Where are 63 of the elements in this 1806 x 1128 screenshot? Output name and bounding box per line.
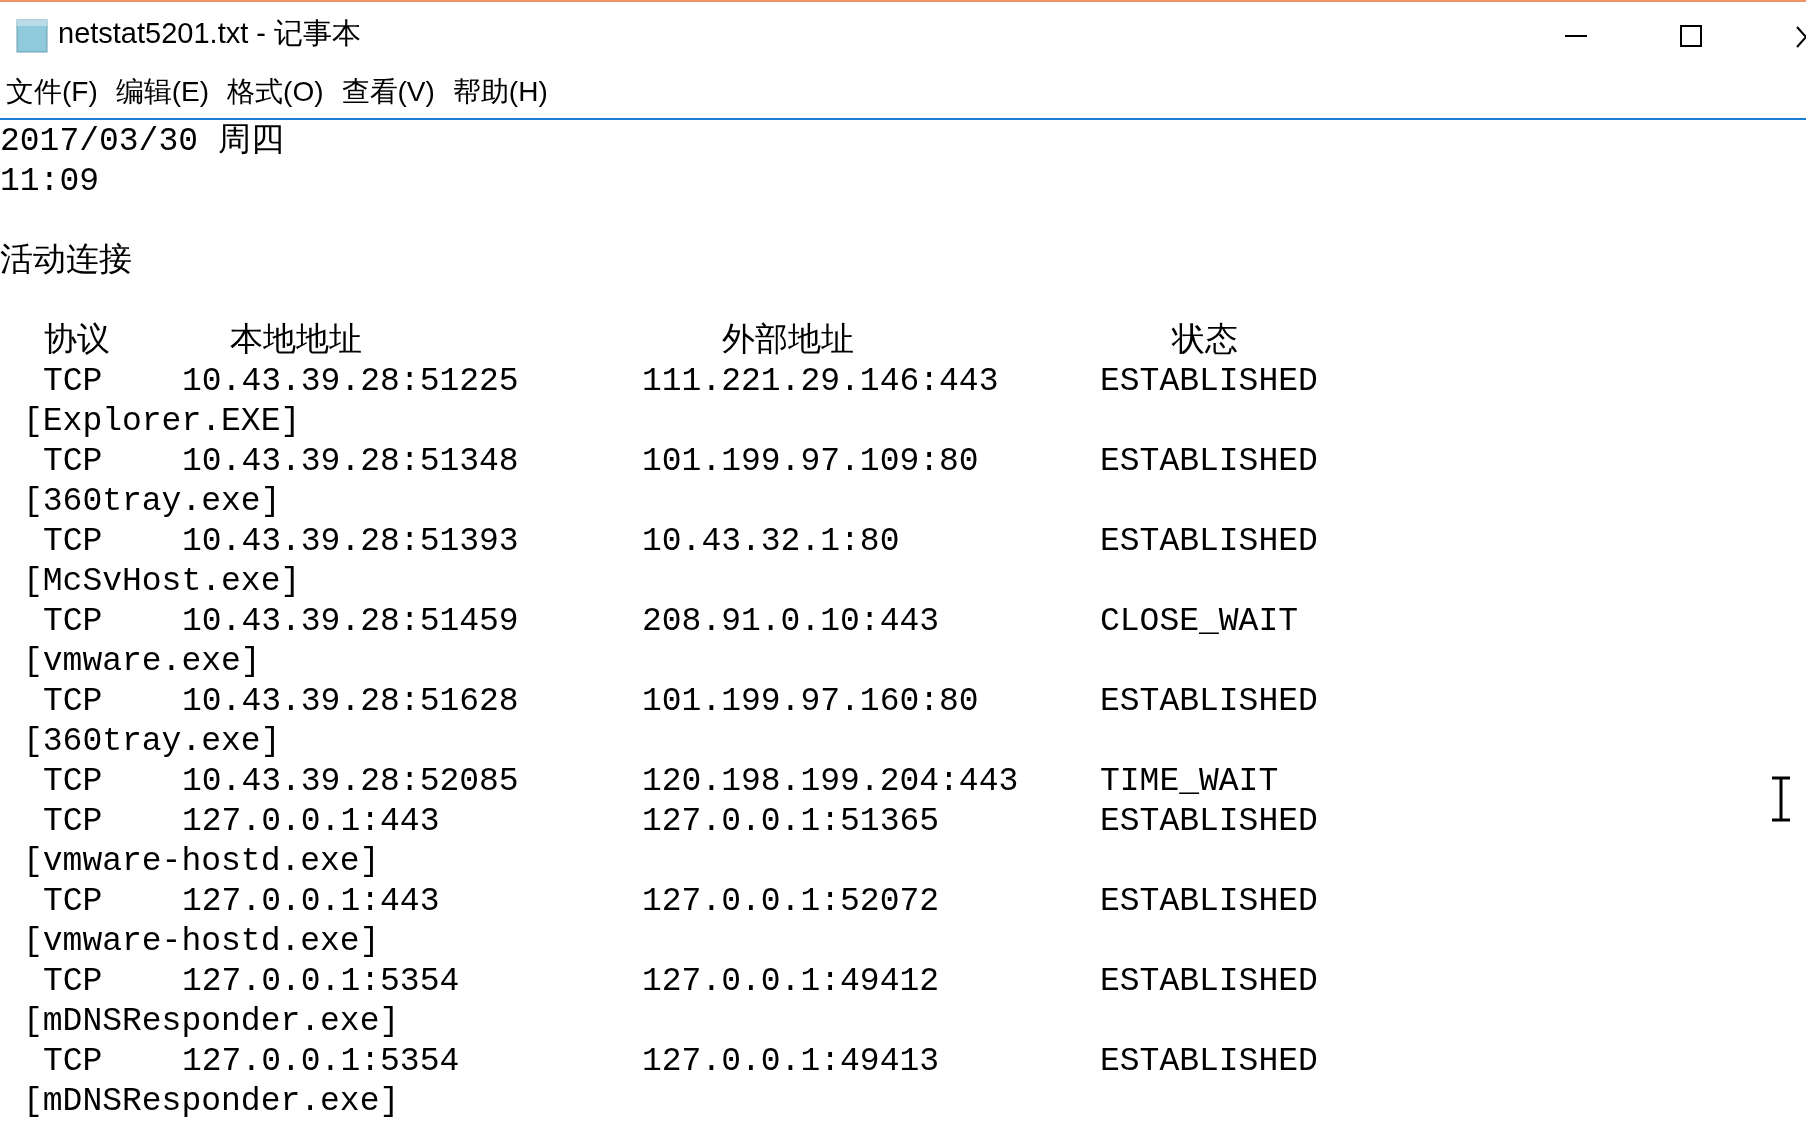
protocol-text: TCP <box>43 883 103 920</box>
local-address: 127.0.0.1:5354 <box>182 963 460 1000</box>
foreign-address: 120.198.199.204:443 <box>642 763 1019 800</box>
process-name: [vmware.exe] <box>23 642 261 682</box>
menu-item[interactable]: 格式(O) <box>225 73 326 111</box>
state-text: ESTABLISHED <box>1100 522 1318 562</box>
section-heading: 活动连接 <box>0 242 132 282</box>
foreign-address: 208.91.0.10:443 <box>642 603 940 640</box>
state-text: ESTABLISHED <box>1100 362 1318 402</box>
foreign-address: 127.0.0.1:49413 <box>642 1043 940 1080</box>
protocol-text: TCP <box>43 363 103 400</box>
state-text: ESTABLISHED <box>1100 882 1318 922</box>
menu-item[interactable]: 文件(F) <box>4 73 100 111</box>
state-text: ESTABLISHED <box>1100 682 1318 722</box>
local-address: 10.43.39.28:51628 <box>182 683 519 720</box>
window-title: netstat5201.txt - 记事本 <box>58 16 361 51</box>
foreign-address: 101.199.97.160:80 <box>642 683 979 720</box>
process-name: [McSvHost.exe] <box>23 562 301 602</box>
local-address: 10.43.39.28:51393 <box>182 523 519 560</box>
foreign-address: 10.43.32.1:80 <box>642 523 900 560</box>
protocol-text: TCP <box>43 683 103 720</box>
foreign-address: 111.221.29.146:443 <box>642 363 999 400</box>
process-name: [vmware-hostd.exe] <box>23 842 380 882</box>
time-text: 11:09 <box>0 162 100 202</box>
process-name: [360tray.exe] <box>23 482 281 522</box>
state-text: ESTABLISHED <box>1100 442 1318 482</box>
protocol-text: TCP <box>43 1043 103 1080</box>
protocol-text: TCP <box>43 443 103 480</box>
close-icon[interactable] <box>1796 26 1806 48</box>
process-name: [mDNSResponder.exe] <box>23 1082 400 1122</box>
local-address: 10.43.39.28:52085 <box>182 763 519 800</box>
protocol-text: TCP <box>43 803 103 840</box>
foreign-address: 127.0.0.1:52072 <box>642 883 940 920</box>
process-name: [Explorer.EXE] <box>23 402 301 442</box>
column-header: 状态 <box>1172 322 1238 362</box>
local-address: 127.0.0.1:443 <box>182 803 440 840</box>
state-text: CLOSE_WAIT <box>1100 602 1299 642</box>
foreign-address: 127.0.0.1:51365 <box>642 803 940 840</box>
process-name: [360tray.exe] <box>23 722 281 762</box>
local-address: 10.43.39.28:51348 <box>182 443 519 480</box>
menu-item[interactable]: 编辑(E) <box>113 73 212 111</box>
process-name: [vmware-hostd.exe] <box>23 922 380 962</box>
column-header: 外部地址 <box>722 322 854 362</box>
date-text: 2017/03/30 周四 <box>0 122 284 162</box>
process-name: [mDNSResponder.exe] <box>23 1002 400 1042</box>
foreign-address: 101.199.97.109:80 <box>642 443 979 480</box>
protocol-text: TCP <box>43 763 103 800</box>
state-text: ESTABLISHED <box>1100 962 1318 1002</box>
local-address: 127.0.0.1:443 <box>182 883 440 920</box>
state-text: ESTABLISHED <box>1100 802 1318 842</box>
column-header: 本地地址 <box>230 322 362 362</box>
state-text: TIME_WAIT <box>1100 762 1279 802</box>
protocol-text: TCP <box>43 603 103 640</box>
local-address: 127.0.0.1:5354 <box>182 1043 460 1080</box>
local-address: 10.43.39.28:51459 <box>182 603 519 640</box>
protocol-text: TCP <box>43 523 103 560</box>
menu-item[interactable]: 帮助(H) <box>450 73 550 111</box>
menu-item[interactable]: 查看(V) <box>339 73 437 111</box>
state-text: ESTABLISHED <box>1100 1042 1318 1082</box>
protocol-text: TCP <box>43 963 103 1000</box>
foreign-address: 127.0.0.1:49412 <box>642 963 940 1000</box>
column-header: 协议 <box>44 322 110 362</box>
local-address: 10.43.39.28:51225 <box>182 363 519 400</box>
